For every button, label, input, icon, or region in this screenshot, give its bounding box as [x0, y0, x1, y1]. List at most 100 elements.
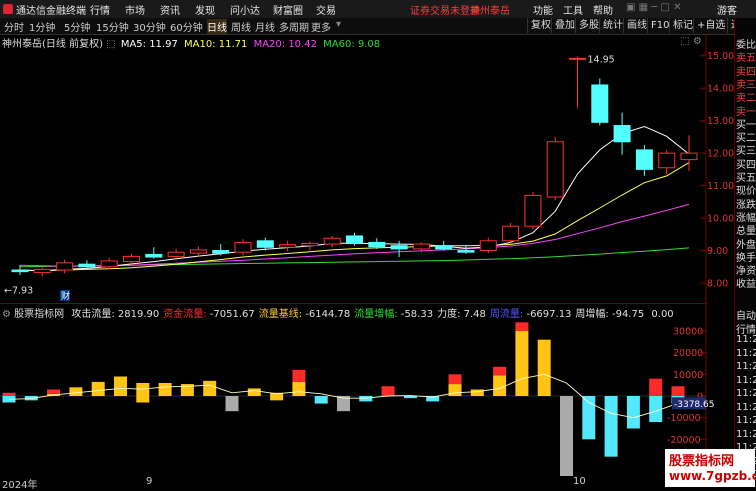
- flow-bar-hot: [381, 386, 395, 396]
- watermark-badge: 股票指标网 www.7gpzb.com: [665, 449, 756, 487]
- candle-body: [435, 245, 453, 250]
- tick-time: 11:26: [736, 428, 756, 440]
- flow-bar-positive: [292, 381, 306, 396]
- candle-body: [189, 249, 207, 254]
- flow-bar-hot: [448, 374, 462, 385]
- price-label: 13.00: [707, 116, 734, 127]
- period-monthly[interactable]: 月线: [255, 19, 275, 34]
- tool-add-watchlist[interactable]: +自选: [693, 18, 728, 33]
- window-controls-icon[interactable]: ▣ ▦ ─ □ ✕: [626, 2, 681, 13]
- indicator-chart[interactable]: 3000020000100000-10000-20000-3378.65: [0, 304, 734, 476]
- app-title: 通达信金融终端: [16, 6, 86, 17]
- watermark-title: 股票指标网: [669, 454, 735, 469]
- flow-bar-positive: [448, 384, 462, 396]
- period-multi[interactable]: 多周期: [279, 19, 309, 34]
- tool-fuquan[interactable]: 复权: [527, 18, 554, 33]
- period-dropdown-icon[interactable]: ▾: [336, 19, 341, 30]
- menu-wenxiaoda[interactable]: 问小达: [230, 2, 260, 17]
- price-label: 15.00: [707, 51, 734, 62]
- date-label-sep: 9: [146, 476, 153, 487]
- candle-body: [33, 268, 51, 274]
- price-label: 8.00: [707, 279, 728, 290]
- menu-hangqing[interactable]: 行情: [90, 2, 110, 17]
- flow-bar-negative: [314, 396, 328, 404]
- flow-bar-positive: [470, 389, 484, 396]
- flow-bar-positive: [515, 331, 529, 396]
- tick-time: 11:26: [736, 388, 756, 399]
- price-label: 10.00: [707, 214, 734, 225]
- candlestick-chart[interactable]: 15.00 14.00 13.00 12.00 11.00 10.00 9.00 8.00 14…: [0, 34, 734, 304]
- menu-gongneng[interactable]: 功能: [533, 2, 553, 17]
- menu-faxian[interactable]: 发现: [195, 2, 215, 17]
- flow-bar-negative: [136, 396, 150, 403]
- current-stock-name: 神州泰岳: [470, 6, 510, 17]
- candle-body: [502, 225, 520, 242]
- user-guest[interactable]: 游客: [717, 2, 737, 17]
- candle-body: [591, 84, 609, 123]
- menu-zixun[interactable]: 资讯: [160, 2, 180, 17]
- candle-body: [256, 240, 274, 248]
- flow-bar-hot: [2, 392, 16, 396]
- menu-bangzhu[interactable]: 帮助: [593, 2, 613, 17]
- app-logo-icon: [3, 4, 13, 14]
- candle-body: [524, 194, 542, 227]
- period-1min[interactable]: 1分钟: [29, 19, 55, 34]
- candle-body: [457, 250, 475, 253]
- candle-body: [100, 260, 118, 268]
- watermark-url: www.7gpzb.com: [669, 469, 756, 483]
- flow-bar-negative: [225, 396, 239, 412]
- candle-body: [390, 245, 408, 250]
- flow-bar-hot: [671, 386, 685, 396]
- ind-axis-label: 10000: [673, 370, 703, 381]
- candle-body: [346, 235, 363, 244]
- candle-body: [123, 255, 140, 263]
- flow-bar-negative: [359, 396, 373, 402]
- flow-bar-hot: [47, 389, 61, 394]
- flow-bar-negative: [560, 396, 573, 476]
- flow-bar-positive: [69, 387, 83, 396]
- menu-caifuquan[interactable]: 财富圈: [273, 2, 303, 17]
- top-menu-bar: 通达信金融终端 行情 市场 资讯 发现 问小达 财富圈 交易 证券交易未登录 神…: [0, 0, 756, 19]
- tick-time: 11:26: [736, 415, 756, 426]
- flow-bar-positive: [247, 388, 261, 396]
- flow-bar-negative: [604, 396, 618, 457]
- period-5min[interactable]: 5分钟: [64, 19, 90, 34]
- flow-bar-hot: [649, 378, 663, 396]
- flow-bar-positive: [91, 381, 105, 396]
- menu-gongju[interactable]: 工具: [563, 2, 583, 17]
- tick-time: 11:26: [736, 361, 756, 372]
- price-label: 14.00: [707, 84, 734, 95]
- tool-biaoji[interactable]: 标记: [669, 18, 696, 33]
- tool-huaxian[interactable]: 画线: [623, 18, 650, 33]
- candle-body: [279, 244, 297, 248]
- price-label: 12.00: [707, 149, 734, 160]
- period-60min[interactable]: 60分钟: [170, 19, 203, 34]
- tick-time: 11:26: [736, 347, 756, 359]
- tool-duogu[interactable]: 多股: [575, 18, 602, 33]
- menu-jiaoyi[interactable]: 交易: [316, 2, 336, 17]
- low-price-label: ←7.93: [4, 286, 33, 297]
- candle-body: [212, 250, 230, 254]
- period-fenshi[interactable]: 分时: [4, 19, 24, 34]
- ind-axis-label: -20000: [667, 435, 701, 446]
- period-15min[interactable]: 15分钟: [96, 19, 129, 34]
- flow-bar-hot: [515, 322, 529, 331]
- candle-body: [635, 149, 653, 170]
- period-more[interactable]: 更多: [311, 19, 331, 34]
- tool-diejia[interactable]: 叠加: [551, 18, 578, 33]
- candle-body: [323, 237, 341, 245]
- period-weekly[interactable]: 周线: [231, 19, 251, 34]
- flow-bar-negative: [649, 396, 663, 422]
- high-price-label: 14.95: [588, 54, 615, 65]
- flow-bar-positive: [114, 376, 127, 396]
- menu-shichang[interactable]: 市场: [125, 2, 145, 17]
- current-value-label: -3378.65: [674, 400, 714, 410]
- date-axis: 2024年 9 10: [0, 476, 706, 491]
- period-daily[interactable]: 日线: [207, 19, 227, 34]
- period-30min[interactable]: 30分钟: [133, 19, 166, 34]
- tool-tongji[interactable]: 统计: [599, 18, 626, 33]
- candle-body: [412, 243, 430, 250]
- date-label-year: 2024年: [2, 480, 38, 491]
- price-label: 11.00: [707, 181, 734, 192]
- period-toolbar: 分时 1分钟 5分钟 15分钟 30分钟 60分钟 日线 周线 月线 多周期 更…: [0, 18, 756, 35]
